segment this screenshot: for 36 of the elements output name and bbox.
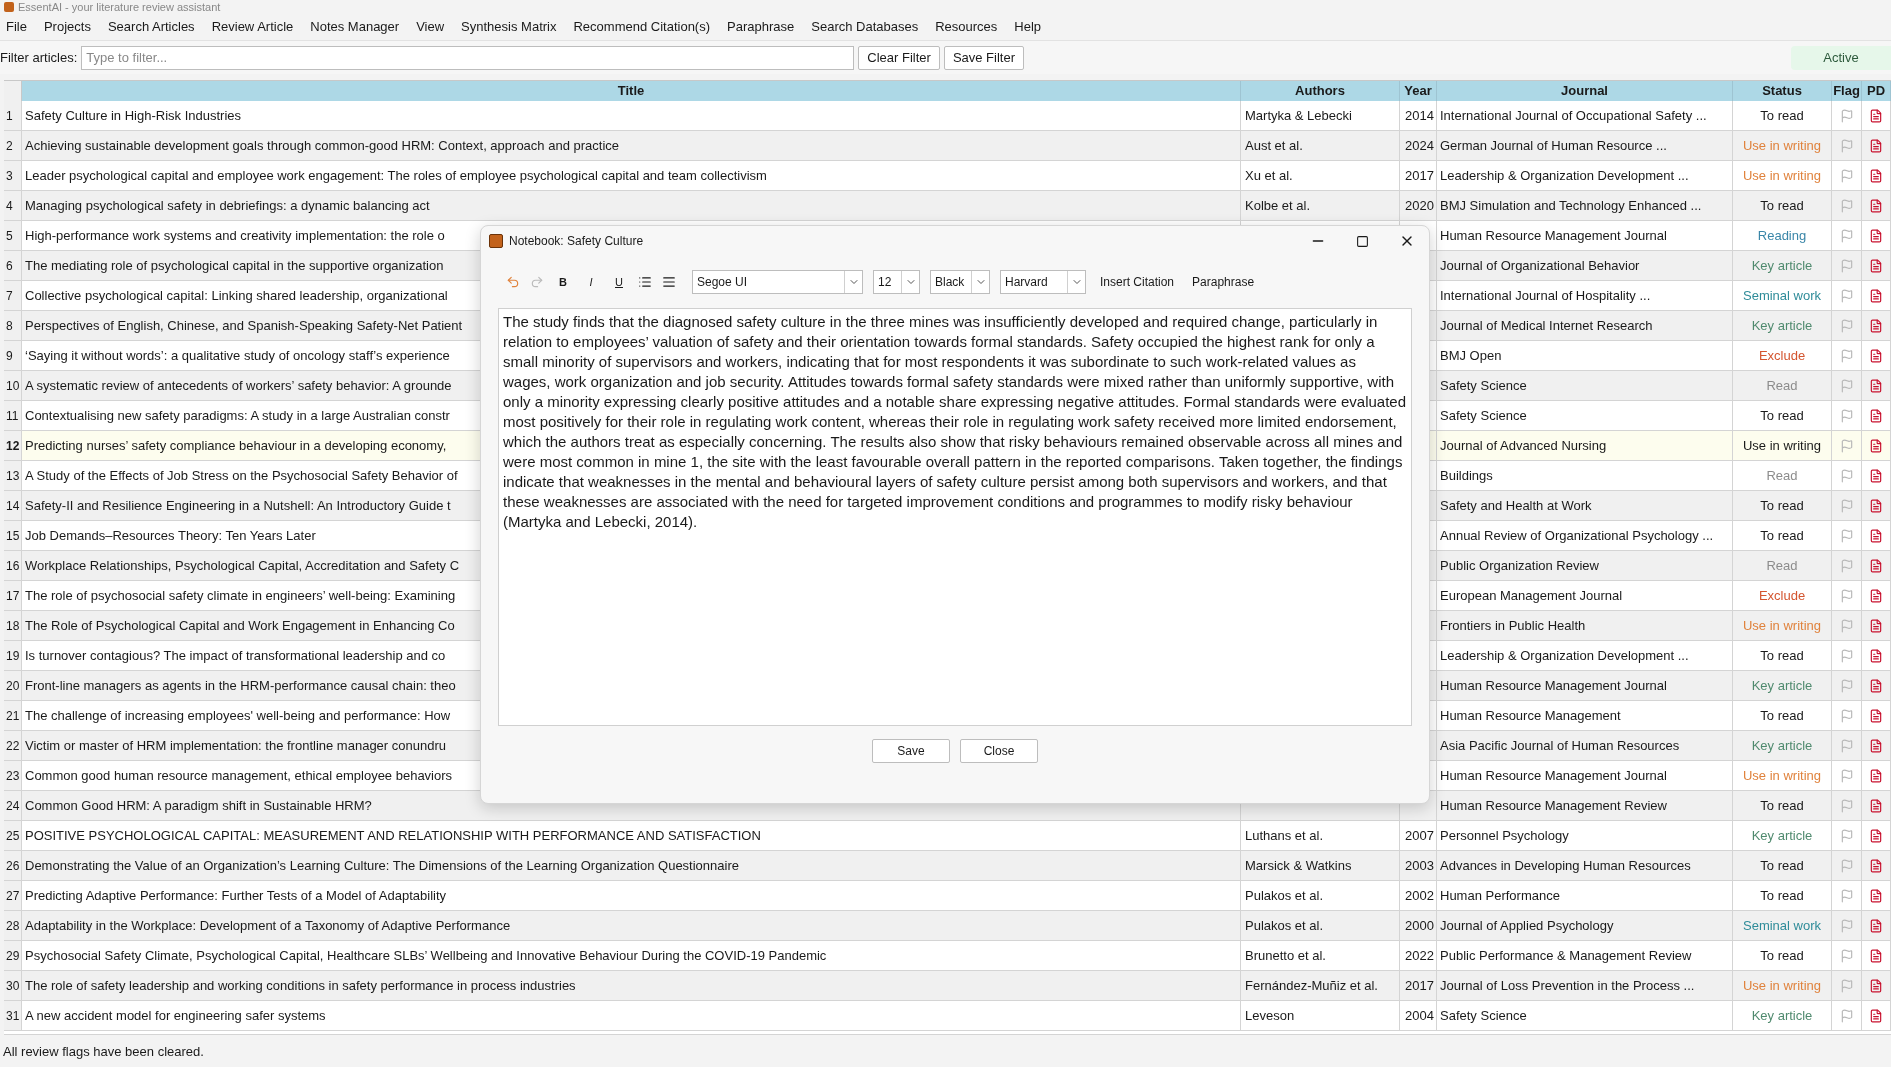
row-number: 29 [4,941,22,971]
row-number: 4 [4,191,22,221]
row-number: 7 [4,281,22,311]
row-number: 9 [4,341,22,371]
row-number: 2 [4,131,22,161]
row-number: 15 [4,521,22,551]
window-title: EssentAI - your literature review assistant [18,1,221,13]
row-number: 28 [4,911,22,941]
row-number: 21 [4,701,22,731]
row-number: 31 [4,1001,22,1031]
row-number: 12 [4,431,22,461]
row-number: 8 [4,311,22,341]
row-number: 10 [4,371,22,401]
row-number: 22 [4,731,22,761]
row-number: 17 [4,581,22,611]
row-number: 26 [4,851,22,881]
row-number: 27 [4,881,22,911]
row-number: 11 [4,401,22,431]
row-number: 20 [4,671,22,701]
row-number: 25 [4,821,22,851]
row-number: 16 [4,551,22,581]
row-number: 18 [4,611,22,641]
row-number: 24 [4,791,22,821]
row-number: 1 [4,101,22,131]
dialog-title: Notebook: Safety Culture [509,233,644,250]
row-number: 13 [4,461,22,491]
status-message: All review flags have been cleared. [3,1042,204,1061]
row-number: 14 [4,491,22,521]
row-number: 23 [4,761,22,791]
row-number: 3 [4,161,22,191]
row-number: 5 [4,221,22,251]
filter-label: Filter articles: [0,48,79,67]
active-badge: Active [1791,45,1891,70]
row-number: 6 [4,251,22,281]
row-number: 19 [4,641,22,671]
row-number: 30 [4,971,22,1001]
